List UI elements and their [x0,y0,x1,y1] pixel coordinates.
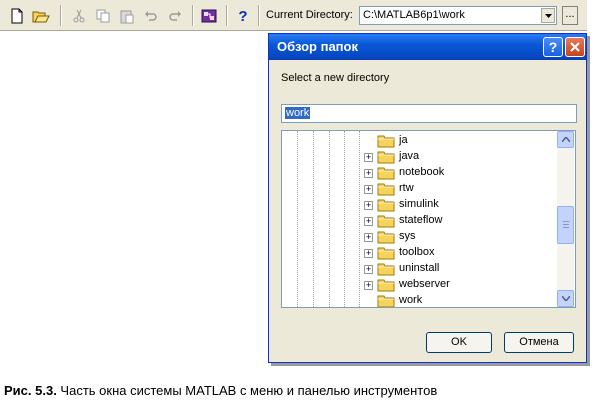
folder-icon [377,151,395,164]
scroll-thumb[interactable] [557,206,574,244]
figure-caption: Рис. 5.3. Часть окна системы MATLAB с ме… [4,383,437,398]
tree-item[interactable]: + uninstall [282,261,558,277]
tree-item-label: simulink [399,198,439,210]
expand-icon[interactable]: + [364,265,373,274]
tree-item[interactable]: work [282,293,558,307]
undo-icon[interactable] [140,5,162,27]
folder-icon [377,135,395,148]
folder-icon [377,295,395,307]
tree-item-label: uninstall [399,262,440,274]
tree-item[interactable]: ja [282,133,558,149]
folder-name-value[interactable]: work [285,107,311,119]
cancel-button[interactable]: Отмена [504,332,574,353]
expand-icon[interactable]: + [364,233,373,242]
question-icon: ? [548,39,558,55]
tree-item-label: toolbox [399,246,435,258]
ok-button[interactable]: OK [426,332,492,353]
tree-item[interactable]: + sys [282,229,558,245]
current-directory-value[interactable]: C:\MATLAB6p1\work [363,9,465,21]
tree-item-label: java [399,150,420,162]
folder-icon [377,215,395,228]
expand-icon[interactable]: + [364,281,373,290]
dialog-prompt: Select a new directory [281,72,390,84]
expand-icon[interactable]: + [364,185,373,194]
browse-directory-button[interactable]: ... [562,6,578,25]
simulink-icon[interactable] [198,5,220,27]
chevron-down-icon [561,296,570,301]
dialog-title: Обзор папок [277,39,358,54]
tree-item-label: webserver [399,278,450,290]
expand-icon[interactable]: + [364,169,373,178]
tree-item[interactable]: + stateflow [282,213,558,229]
tree-item-label: sys [399,230,416,242]
folder-icon [377,279,395,292]
toolbar-separator [226,5,228,26]
dialog-title-bar[interactable]: Обзор папок ? [269,34,586,60]
expand-icon[interactable]: + [364,201,373,210]
tree-item-label: notebook [399,166,445,178]
tree-item[interactable]: + notebook [282,165,558,181]
folder-icon [377,247,395,260]
browse-folder-dialog: Обзор папок ? Select a new directory wor… [268,33,587,363]
tree-item[interactable]: + webserver [282,277,558,293]
chevron-up-icon [561,137,570,142]
expand-icon[interactable]: + [364,217,373,226]
dialog-help-button[interactable]: ? [543,37,563,57]
paste-icon[interactable] [116,5,138,27]
tree-item-label: work [399,294,423,306]
open-file-icon[interactable] [30,5,52,27]
tree-item-label: ja [399,134,408,146]
tree-item[interactable]: + rtw [282,181,558,197]
scroll-down-button[interactable] [557,290,574,307]
tree-scrollbar[interactable] [557,131,574,307]
cut-icon[interactable] [68,5,90,27]
matlab-toolbar: ? Current Directory: C:\MATLAB6p1\work .… [0,0,587,31]
scroll-up-button[interactable] [557,131,574,148]
folder-icon [377,167,395,180]
folder-tree[interactable]: ja + java + notebook + rtw + simulink + stateflow +… [281,130,576,308]
toolbar-separator [258,5,260,26]
tree-item[interactable]: + toolbox [282,245,558,261]
toolbar-separator [192,5,194,26]
figure-number: Рис. 5.3. [4,383,57,398]
current-directory-label: Current Directory: [266,9,353,21]
current-directory-combo[interactable]: C:\MATLAB6p1\work [359,6,557,25]
redo-icon[interactable] [164,5,186,27]
figure-caption-text: Часть окна системы MATLAB с меню и панел… [56,383,438,398]
tree-item[interactable]: + java [282,149,558,165]
copy-icon[interactable] [92,5,114,27]
new-file-icon[interactable] [6,5,28,27]
chevron-down-icon[interactable] [541,8,555,23]
toolbar-separator [60,5,62,26]
expand-icon[interactable]: + [364,153,373,162]
folder-icon [377,199,395,212]
tree-item[interactable]: + simulink [282,197,558,213]
tree-item-label: stateflow [399,214,443,226]
folder-icon [377,183,395,196]
dialog-close-button[interactable] [565,37,585,57]
folder-icon [377,263,395,276]
help-icon[interactable]: ? [232,5,254,27]
close-icon [570,42,580,52]
folder-icon [377,231,395,244]
folder-name-input[interactable]: work [281,104,577,123]
tree-item-label: rtw [399,182,414,194]
expand-icon[interactable]: + [364,249,373,258]
help-icon-glyph: ? [238,7,248,25]
